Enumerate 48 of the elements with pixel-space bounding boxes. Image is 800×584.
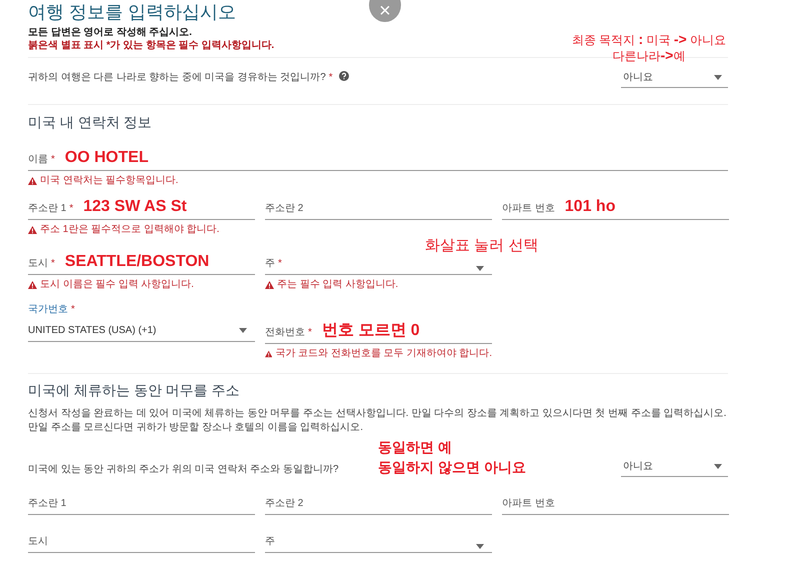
annotation: 101 ho <box>564 198 616 215</box>
warning-icon <box>265 350 272 358</box>
text-field[interactable]: 도시 * SEATTLE/BOSTON <box>28 251 255 275</box>
warning-icon <box>28 280 37 288</box>
text-field[interactable]: 도시 <box>28 529 255 553</box>
select-field[interactable]: 주 <box>265 529 492 553</box>
annotation: SEATTLE/BOSTON <box>64 253 210 270</box>
select-field[interactable]: 아니요 <box>621 68 728 88</box>
error-text: 국가 코드와 전화번호를 모두 기재하여야 합니다. <box>275 347 492 361</box>
warning-icon <box>28 176 37 184</box>
caret-icon <box>714 464 722 469</box>
text-field[interactable]: 주소란 1 <box>28 491 255 515</box>
annotation: OO HOTEL <box>64 149 148 166</box>
caret-icon <box>714 75 722 80</box>
section-heading: 미국에 체류하는 동안 머무를 주소 <box>28 381 240 399</box>
annotation: 최종 목적지 : 미국 -> 아니요 <box>572 32 726 48</box>
select-field[interactable]: 주 * <box>265 251 492 275</box>
annotation: 번호 모르면 0 <box>322 322 420 339</box>
annotation: 123 SW AS St <box>83 198 187 215</box>
instruction-text: 붉은색 별표 표시 *가 있는 항목은 필수 입력사항입니다. <box>28 39 274 52</box>
section-heading: 미국 내 연락처 정보 <box>28 113 152 131</box>
text-field[interactable]: 이름 * OO HOTEL <box>28 147 728 171</box>
caret-icon <box>476 544 484 549</box>
instruction-text: 모든 답변은 영어로 작성해 주십시오. <box>28 26 192 39</box>
select-field[interactable]: 아니요 <box>621 457 728 477</box>
text-field[interactable]: 주소란 1 * 123 SW AS St <box>28 196 255 220</box>
text-field[interactable]: 주소란 2 <box>265 196 492 220</box>
caret-icon <box>476 266 484 271</box>
caret-icon <box>239 328 247 333</box>
warning-icon <box>28 226 37 234</box>
text-field[interactable]: 주소란 2 <box>265 491 492 515</box>
page-title: 여행 정보를 입력하십시오 <box>28 1 236 23</box>
question-text: 귀하의 여행은 다른 나라로 향하는 중에 미국을 경유하는 것입니까? * <box>28 72 333 83</box>
annotation: 다른나라->예 <box>611 48 686 64</box>
annotation: 동일하지 않으면 아니요 <box>378 458 526 477</box>
text-field[interactable]: 아파트 번호 101 ho <box>502 196 729 220</box>
select-field[interactable]: 국가번호 * UNITED STATES (USA) (+1) <box>28 306 255 342</box>
help-icon <box>338 71 349 81</box>
warning-icon <box>265 280 274 288</box>
description-text: 신청서 작성을 완료하는 데 있어 미국에 체류하는 동안 머무를 주소는 선택사항입니다. 만일 다수의 장소를 계획하고 있으시다면 첫 번째 주소를 입력하십시오. 만일 주소를 모르신다면 귀하가 방문할 장소나 호텔의 이름을 입력하십시오. <box>28 407 728 435</box>
error-text: 주는 필수 입력 사항입니다. <box>277 278 398 292</box>
error-text: 주소 1란은 필수적으로 입력해야 합니다. <box>40 223 220 237</box>
text-field[interactable]: 전화번호 * 번호 모르면 0 <box>265 320 492 344</box>
text-field[interactable]: 아파트 번호 <box>502 491 729 515</box>
annotation: 동일하면 예 <box>378 438 453 457</box>
error-text: 도시 이름은 필수 입력 사항입니다. <box>40 278 194 292</box>
question-text: 미국에 있는 동안 귀하의 주소가 위의 미국 연락처 주소와 동일합니까? <box>28 463 339 477</box>
error-text: 미국 연락처는 필수항목입니다. <box>40 174 178 188</box>
